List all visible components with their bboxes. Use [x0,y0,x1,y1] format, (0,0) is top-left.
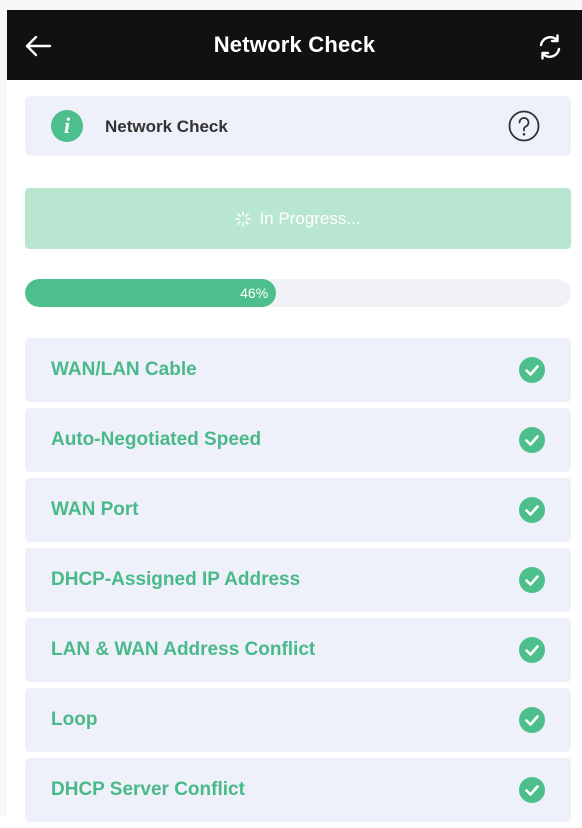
check-item-label: Loop [51,709,98,730]
check-list: WAN/LAN Cable Auto-Negotiated Speed WAN Po… [25,338,571,828]
in-progress-label: In Progress... [259,208,361,228]
check-circle-icon [519,777,545,803]
info-icon: i [51,110,83,142]
check-circle-icon [519,637,545,663]
help-icon[interactable] [507,109,541,143]
check-item: DHCP Server Conflict [25,758,571,822]
progress-bar: 46% [25,279,571,307]
check-item-label: Auto-Negotiated Speed [51,429,262,450]
check-item-label: LAN & WAN Address Conflict [51,639,316,660]
check-item: DHCP-Assigned IP Address [25,548,571,612]
check-item: Loop [25,688,571,752]
check-item-label: DHCP-Assigned IP Address [51,569,301,590]
check-item-label: WAN Port [51,499,139,520]
check-circle-icon [519,497,545,523]
in-progress-button: In Progress... [25,188,571,249]
progress-percent-label: 46% [240,285,269,301]
check-item: WAN Port [25,478,571,542]
spinner-icon [235,210,252,227]
check-circle-icon [519,567,545,593]
check-item: Auto-Negotiated Speed [25,408,571,472]
check-circle-icon [519,427,545,453]
page-title: Network Check [213,32,376,57]
check-circle-icon [519,707,545,733]
info-card-title: Network Check [105,117,228,136]
check-item: LAN & WAN Address Conflict [25,618,571,682]
progress-bar-fill: 46% [25,279,277,307]
network-check-info-card: i Network Check [25,96,571,156]
refresh-icon[interactable] [535,32,565,62]
check-circle-icon [519,357,545,383]
top-bar: Network Check [7,10,582,80]
check-item-label: DHCP Server Conflict [51,779,245,800]
check-item-label: WAN/LAN Cable [51,359,197,380]
main-content: i Network Check In Progress... 46% WAN/L… [7,80,582,822]
check-item: WAN/LAN Cable [25,338,571,402]
